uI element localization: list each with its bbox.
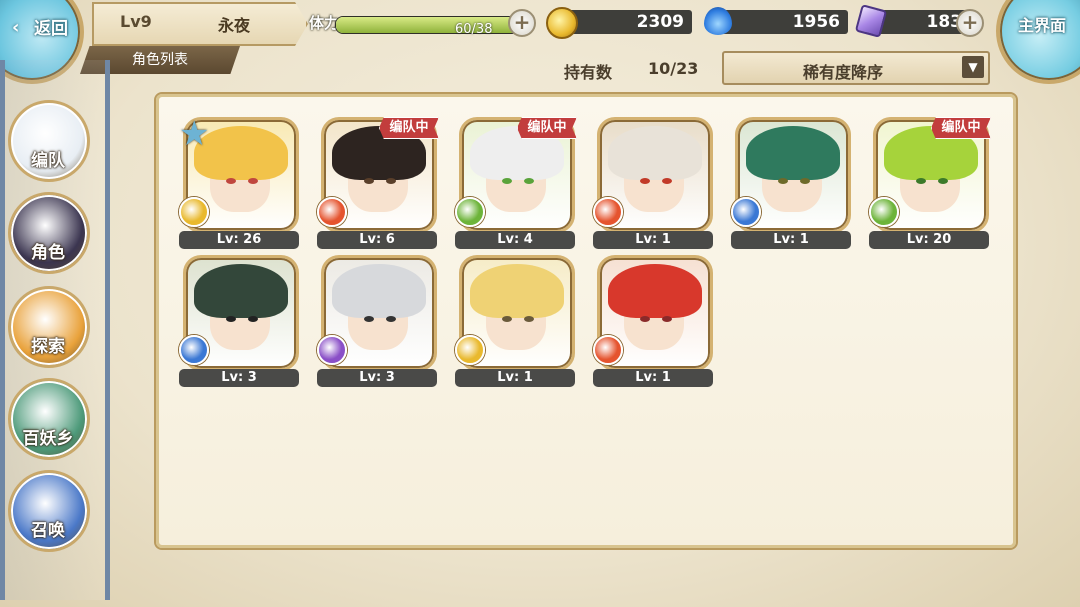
character-level: Lv: 1 bbox=[593, 369, 713, 387]
portrait-eye bbox=[364, 178, 374, 184]
portrait-eye bbox=[248, 178, 258, 184]
portrait-eye bbox=[502, 178, 512, 184]
sort-dropdown[interactable]: 稀有度降序 ▼ bbox=[722, 51, 990, 85]
character-card[interactable]: ★ Lv: 26 bbox=[179, 117, 299, 251]
portrait-eye bbox=[662, 178, 672, 184]
back-arrow-icon: ‹ bbox=[12, 17, 20, 38]
sidebar-item-4[interactable]: 召唤 bbox=[8, 470, 90, 552]
portrait-hair bbox=[332, 264, 426, 318]
in-team-tag: 编队中 bbox=[931, 117, 991, 139]
owned-label: 持有数 bbox=[564, 63, 613, 82]
home-label: 主界面 bbox=[1017, 16, 1066, 35]
back-label: 返回 bbox=[34, 19, 68, 39]
portrait-eye bbox=[364, 316, 374, 322]
portrait-eye bbox=[800, 178, 810, 184]
wind-element-icon bbox=[455, 197, 485, 227]
portrait-eye bbox=[640, 178, 650, 184]
character-card[interactable]: Lv: 1 bbox=[731, 117, 851, 251]
portrait-eye bbox=[226, 178, 236, 184]
character-list-panel: ★ Lv: 26 编队中 Lv: 6 编队中 Lv: 4 Lv: 1 Lv: 1 编队中 Lv: … bbox=[156, 94, 1016, 548]
portrait-eye bbox=[502, 316, 512, 322]
in-team-tag: 编队中 bbox=[517, 117, 577, 139]
character-card[interactable]: 编队中 Lv: 20 bbox=[869, 117, 991, 251]
player-name: 永夜 bbox=[218, 16, 251, 35]
stamina-value: 60/38 bbox=[455, 22, 493, 37]
sidebar-item-label: 探索 bbox=[31, 337, 65, 357]
portrait-eye bbox=[662, 316, 672, 322]
character-card[interactable]: 编队中 Lv: 4 bbox=[455, 117, 577, 251]
chevron-down-icon: ▼ bbox=[962, 56, 984, 78]
dark-element-icon bbox=[317, 335, 347, 365]
sidebar-item-2[interactable]: 探索 bbox=[8, 286, 90, 368]
character-card[interactable]: 编队中 Lv: 6 bbox=[317, 117, 439, 251]
stamina-meter: 体力 60/38 bbox=[305, 8, 535, 37]
gold-coin-icon bbox=[546, 7, 578, 39]
owned-count: 10/23 bbox=[648, 59, 699, 78]
portrait-eye bbox=[524, 316, 534, 322]
sidebar-item-3[interactable]: 百妖乡 bbox=[8, 378, 90, 460]
portrait-eye bbox=[640, 316, 650, 322]
sidebar-item-label: 编队 bbox=[31, 151, 65, 171]
sidebar-item-1[interactable]: 角色 bbox=[8, 192, 90, 274]
character-level: Lv: 26 bbox=[179, 231, 299, 249]
character-level: Lv: 6 bbox=[317, 231, 437, 249]
character-card[interactable]: Lv: 3 bbox=[317, 255, 437, 389]
sort-label: 稀有度降序 bbox=[802, 63, 883, 82]
character-card[interactable]: Lv: 1 bbox=[593, 117, 713, 251]
sidebar-item-label: 召唤 bbox=[31, 521, 65, 541]
sidebar-item-label: 角色 bbox=[31, 243, 65, 263]
add-stamina-button[interactable]: + bbox=[508, 9, 536, 37]
blue-soul-icon bbox=[704, 7, 732, 35]
character-level: Lv: 3 bbox=[317, 369, 437, 387]
portrait-eye bbox=[386, 316, 396, 322]
character-level: Lv: 1 bbox=[455, 369, 575, 387]
fire-element-icon bbox=[593, 335, 623, 365]
character-level: Lv: 1 bbox=[731, 231, 851, 249]
character-level: Lv: 3 bbox=[179, 369, 299, 387]
portrait-eye bbox=[778, 178, 788, 184]
character-level: Lv: 4 bbox=[455, 231, 575, 249]
character-card[interactable]: Lv: 1 bbox=[455, 255, 575, 389]
sidebar-item-0[interactable]: 编队 bbox=[8, 100, 90, 182]
portrait-hair bbox=[194, 264, 288, 318]
wind-element-icon bbox=[869, 197, 899, 227]
portrait-eye bbox=[248, 316, 258, 322]
stamina-bar bbox=[335, 16, 521, 34]
portrait-hair bbox=[608, 126, 702, 180]
portrait-eye bbox=[916, 178, 926, 184]
fire-element-icon bbox=[593, 197, 623, 227]
portrait-eye bbox=[524, 178, 534, 184]
water-element-icon bbox=[731, 197, 761, 227]
soul-counter: 1956 bbox=[716, 10, 848, 34]
light-element-icon bbox=[179, 197, 209, 227]
sidebar-item-label: 百妖乡 bbox=[22, 429, 74, 449]
light-element-icon bbox=[455, 335, 485, 365]
portrait-hair bbox=[470, 264, 564, 318]
character-level: Lv: 1 bbox=[593, 231, 713, 249]
add-gems-button[interactable]: + bbox=[956, 9, 984, 37]
fire-element-icon bbox=[317, 197, 347, 227]
character-card[interactable]: Lv: 3 bbox=[179, 255, 299, 389]
portrait-eye bbox=[938, 178, 948, 184]
in-team-tag: 编队中 bbox=[379, 117, 439, 139]
character-card[interactable]: Lv: 1 bbox=[593, 255, 713, 389]
star-rank-icon: ★ bbox=[179, 114, 210, 154]
portrait-eye bbox=[386, 178, 396, 184]
player-level: Lv9 bbox=[120, 12, 152, 31]
character-level: Lv: 20 bbox=[869, 231, 989, 249]
portrait-hair bbox=[608, 264, 702, 318]
portrait-eye bbox=[226, 316, 236, 322]
portrait-hair bbox=[746, 126, 840, 180]
water-element-icon bbox=[179, 335, 209, 365]
